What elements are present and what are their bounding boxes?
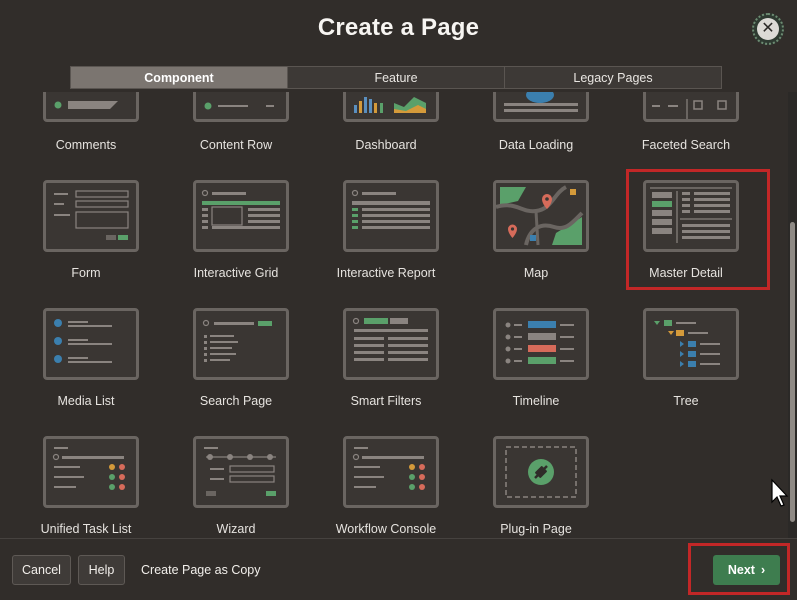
search-page-thumbnail: [193, 308, 289, 380]
create-page-dialog: Create a Page ✕ Component Feature Legacy…: [0, 0, 797, 600]
interactive-report-thumbnail: [343, 180, 439, 252]
tile-label: Interactive Report: [336, 266, 436, 280]
master-detail-thumbnail: [643, 180, 739, 252]
dialog-footer: Cancel Help Create Page as Copy Next ›: [0, 538, 797, 600]
page-type-grid: Comments Content Row Dashboard Data Load…: [0, 92, 788, 538]
content-row-thumbnail: [193, 92, 289, 122]
tab-component[interactable]: Component: [71, 67, 288, 88]
tile-label: Timeline: [512, 394, 560, 408]
map-thumbnail: [493, 180, 589, 252]
help-button[interactable]: Help: [78, 555, 125, 585]
data-loading-thumbnail: [493, 92, 589, 122]
tab-feature[interactable]: Feature: [288, 67, 505, 88]
tile-label: Form: [71, 266, 101, 280]
tile-data-loading[interactable]: Data Loading: [466, 92, 606, 156]
scrollbar-thumb[interactable]: [790, 222, 795, 522]
tile-label: Unified Task List: [40, 522, 132, 536]
tile-wizard[interactable]: Wizard: [166, 436, 306, 538]
tab-legacy-pages[interactable]: Legacy Pages: [505, 67, 721, 88]
tree-thumbnail: [643, 308, 739, 380]
dialog-header: Create a Page ✕: [0, 0, 797, 60]
cancel-button[interactable]: Cancel: [12, 555, 71, 585]
tile-interactive-report[interactable]: Interactive Report: [316, 180, 456, 290]
comments-thumbnail: [43, 92, 139, 122]
close-button[interactable]: ✕: [752, 13, 784, 45]
tile-label: Faceted Search: [641, 138, 731, 152]
smart-filters-thumbnail: [343, 308, 439, 380]
tile-label: Tree: [673, 394, 699, 408]
dashboard-thumbnail: [343, 92, 439, 122]
tile-label: Wizard: [216, 522, 256, 536]
tile-unified-task-list[interactable]: Unified Task List: [16, 436, 156, 538]
grid-scrollbar[interactable]: [788, 92, 797, 538]
tile-label: Media List: [57, 394, 115, 408]
media-list-thumbnail: [43, 308, 139, 380]
tile-master-detail[interactable]: Master Detail: [616, 180, 756, 290]
close-icon: ✕: [757, 18, 779, 40]
tile-smart-filters[interactable]: Smart Filters: [316, 308, 456, 418]
tile-workflow-console[interactable]: Workflow Console: [316, 436, 456, 538]
tile-timeline[interactable]: Timeline: [466, 308, 606, 418]
tile-label: Data Loading: [498, 138, 574, 152]
tile-label: Content Row: [199, 138, 273, 152]
interactive-grid-thumbnail: [193, 180, 289, 252]
tile-interactive-grid[interactable]: Interactive Grid: [166, 180, 306, 290]
tile-label: Smart Filters: [350, 394, 422, 408]
next-button-label: Next: [727, 563, 755, 577]
next-button[interactable]: Next ›: [713, 555, 780, 585]
tile-plugin-page[interactable]: Plug-in Page: [466, 436, 606, 538]
faceted-search-thumbnail: [643, 92, 739, 122]
tile-search-page[interactable]: Search Page: [166, 308, 306, 418]
tile-label: Comments: [55, 138, 117, 152]
mouse-cursor-icon: [770, 478, 790, 513]
unified-task-list-thumbnail: [43, 436, 139, 508]
plugin-page-thumbnail: [493, 436, 589, 508]
wizard-thumbnail: [193, 436, 289, 508]
tile-label: Search Page: [199, 394, 273, 408]
tile-tree[interactable]: Tree: [616, 308, 756, 418]
tile-faceted-search[interactable]: Faceted Search: [616, 92, 756, 156]
workflow-console-thumbnail: [343, 436, 439, 508]
timeline-thumbnail: [493, 308, 589, 380]
tile-label: Map: [523, 266, 549, 280]
dialog-title: Create a Page: [317, 14, 480, 41]
chevron-right-icon: ›: [760, 563, 766, 577]
tile-dashboard[interactable]: Dashboard: [316, 92, 456, 156]
tile-label: Workflow Console: [335, 522, 437, 536]
tile-label: Plug-in Page: [500, 522, 572, 536]
tile-map[interactable]: Map: [466, 180, 606, 290]
page-type-tabs: Component Feature Legacy Pages: [70, 66, 722, 89]
tile-label: Dashboard: [355, 138, 417, 152]
tile-media-list[interactable]: Media List: [16, 308, 156, 418]
tile-form[interactable]: Form: [16, 180, 156, 290]
tile-label: Master Detail: [649, 266, 723, 280]
tile-comments[interactable]: Comments: [16, 92, 156, 156]
tile-label: Interactive Grid: [193, 266, 279, 280]
create-page-as-copy-button[interactable]: Create Page as Copy: [141, 555, 261, 585]
tile-content-row[interactable]: Content Row: [166, 92, 306, 156]
form-thumbnail: [43, 180, 139, 252]
